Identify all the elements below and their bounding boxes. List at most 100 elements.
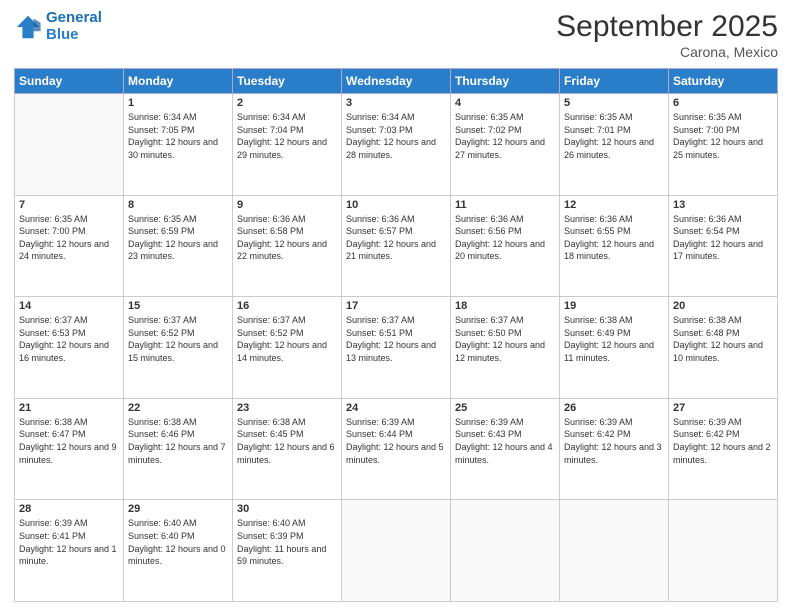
day-number: 24 bbox=[346, 402, 446, 414]
table-row: 4Sunrise: 6:35 AMSunset: 7:02 PMDaylight… bbox=[451, 94, 560, 196]
day-number: 25 bbox=[455, 402, 555, 414]
cell-info: Sunrise: 6:39 AMSunset: 6:41 PMDaylight:… bbox=[19, 517, 119, 567]
logo-general: General bbox=[46, 9, 102, 26]
title-block: September 2025 Carona, Mexico bbox=[556, 10, 778, 60]
day-number: 30 bbox=[237, 503, 337, 515]
day-number: 7 bbox=[19, 199, 119, 211]
day-number: 13 bbox=[673, 199, 773, 211]
table-row bbox=[342, 500, 451, 602]
table-row: 11 Sunrise: 6:36 AMSunset: 6:56 PMDayligh… bbox=[451, 195, 560, 297]
logo-text: General Blue bbox=[46, 10, 102, 43]
calendar-table: Sunday Monday Tuesday Wednesday Thursday… bbox=[14, 68, 778, 602]
day-number: 8 bbox=[128, 199, 228, 211]
cell-info: Sunrise: 6:34 AMSunset: 7:05 PMDaylight:… bbox=[128, 111, 228, 161]
col-sunday: Sunday bbox=[15, 69, 124, 94]
table-row: 23 Sunrise: 6:38 AMSunset: 6:45 PMDayligh… bbox=[233, 398, 342, 500]
table-row: 17Sunrise: 6:37 AMSunset: 6:51 PMDayligh… bbox=[342, 297, 451, 399]
col-friday: Friday bbox=[560, 69, 669, 94]
day-number: 15 bbox=[128, 300, 228, 312]
cell-info: Sunrise: 6:39 AMSunset: 6:42 PMDaylight:… bbox=[564, 416, 664, 466]
cell-info: Sunrise: 6:40 AMSunset: 6:40 PMDaylight:… bbox=[128, 517, 228, 567]
table-row: 20 Sunrise: 6:38 AMSunset: 6:48 PMDayligh… bbox=[669, 297, 778, 399]
cell-info: Sunrise: 6:35 AMSunset: 7:00 PMDaylight:… bbox=[673, 111, 773, 161]
page: General Blue September 2025 Carona, Mexi… bbox=[0, 0, 792, 612]
cell-info: Sunrise: 6:38 AMSunset: 6:46 PMDaylight:… bbox=[128, 416, 228, 466]
day-number: 12 bbox=[564, 199, 664, 211]
day-number: 23 bbox=[237, 402, 337, 414]
table-row: 5 Sunrise: 6:35 AMSunset: 7:01 PMDaylight… bbox=[560, 94, 669, 196]
day-number: 27 bbox=[673, 402, 773, 414]
cell-info: Sunrise: 6:38 AMSunset: 6:48 PMDaylight:… bbox=[673, 314, 773, 364]
cell-info: Sunrise: 6:38 AMSunset: 6:49 PMDaylight:… bbox=[564, 314, 664, 364]
table-row: 28 Sunrise: 6:39 AMSunset: 6:41 PMDayligh… bbox=[15, 500, 124, 602]
table-row: 27 Sunrise: 6:39 AMSunset: 6:42 PMDayligh… bbox=[669, 398, 778, 500]
day-number: 18 bbox=[455, 300, 555, 312]
cell-info: Sunrise: 6:36 AMSunset: 6:57 PMDaylight:… bbox=[346, 213, 446, 263]
table-row: 24 Sunrise: 6:39 AMSunset: 6:44 PMDayligh… bbox=[342, 398, 451, 500]
table-row: 8 Sunrise: 6:35 AMSunset: 6:59 PMDaylight… bbox=[124, 195, 233, 297]
day-number: 2 bbox=[237, 97, 337, 109]
col-wednesday: Wednesday bbox=[342, 69, 451, 94]
table-row: 7 Sunrise: 6:35 AMSunset: 7:00 PMDaylight… bbox=[15, 195, 124, 297]
logo-icon bbox=[14, 13, 42, 41]
day-number: 9 bbox=[237, 199, 337, 211]
cell-info: Sunrise: 6:38 AMSunset: 6:45 PMDaylight:… bbox=[237, 416, 337, 466]
cell-info: Sunrise: 6:35 AMSunset: 7:01 PMDaylight:… bbox=[564, 111, 664, 161]
day-number: 14 bbox=[19, 300, 119, 312]
table-row bbox=[451, 500, 560, 602]
day-number: 16 bbox=[237, 300, 337, 312]
day-number: 5 bbox=[564, 97, 664, 109]
day-number: 3 bbox=[346, 97, 446, 109]
table-row bbox=[669, 500, 778, 602]
table-row: 25 Sunrise: 6:39 AMSunset: 6:43 PMDayligh… bbox=[451, 398, 560, 500]
month-title: September 2025 bbox=[556, 10, 778, 44]
header-row: Sunday Monday Tuesday Wednesday Thursday… bbox=[15, 69, 778, 94]
day-number: 1 bbox=[128, 97, 228, 109]
cell-info: Sunrise: 6:35 AMSunset: 7:02 PMDaylight:… bbox=[455, 111, 555, 161]
day-number: 20 bbox=[673, 300, 773, 312]
cell-info: Sunrise: 6:38 AMSunset: 6:47 PMDaylight:… bbox=[19, 416, 119, 466]
day-number: 17 bbox=[346, 300, 446, 312]
table-row: 10 Sunrise: 6:36 AMSunset: 6:57 PMDayligh… bbox=[342, 195, 451, 297]
cell-info: Sunrise: 6:34 AMSunset: 7:03 PMDaylight:… bbox=[346, 111, 446, 161]
day-number: 22 bbox=[128, 402, 228, 414]
table-row: 16 Sunrise: 6:37 AMSunset: 6:52 PMDayligh… bbox=[233, 297, 342, 399]
table-row: 14 Sunrise: 6:37 AMSunset: 6:53 PMDayligh… bbox=[15, 297, 124, 399]
table-row: 13Sunrise: 6:36 AMSunset: 6:54 PMDayligh… bbox=[669, 195, 778, 297]
cell-info: Sunrise: 6:35 AMSunset: 6:59 PMDaylight:… bbox=[128, 213, 228, 263]
table-row: 2 Sunrise: 6:34 AMSunset: 7:04 PMDaylight… bbox=[233, 94, 342, 196]
table-row: 9Sunrise: 6:36 AMSunset: 6:58 PMDaylight… bbox=[233, 195, 342, 297]
day-number: 11 bbox=[455, 199, 555, 211]
table-row: 22 Sunrise: 6:38 AMSunset: 6:46 PMDayligh… bbox=[124, 398, 233, 500]
table-row: 12 Sunrise: 6:36 AMSunset: 6:55 PMDayligh… bbox=[560, 195, 669, 297]
table-row: 15Sunrise: 6:37 AMSunset: 6:52 PMDayligh… bbox=[124, 297, 233, 399]
cell-info: Sunrise: 6:37 AMSunset: 6:50 PMDaylight:… bbox=[455, 314, 555, 364]
cell-info: Sunrise: 6:35 AMSunset: 7:00 PMDaylight:… bbox=[19, 213, 119, 263]
header: General Blue September 2025 Carona, Mexi… bbox=[14, 10, 778, 60]
table-row bbox=[15, 94, 124, 196]
cell-info: Sunrise: 6:36 AMSunset: 6:56 PMDaylight:… bbox=[455, 213, 555, 263]
cell-info: Sunrise: 6:39 AMSunset: 6:43 PMDaylight:… bbox=[455, 416, 555, 466]
day-number: 10 bbox=[346, 199, 446, 211]
cell-info: Sunrise: 6:40 AMSunset: 6:39 PMDaylight:… bbox=[237, 517, 337, 567]
table-row: 26 Sunrise: 6:39 AMSunset: 6:42 PMDayligh… bbox=[560, 398, 669, 500]
table-row: 19Sunrise: 6:38 AMSunset: 6:49 PMDayligh… bbox=[560, 297, 669, 399]
day-number: 26 bbox=[564, 402, 664, 414]
table-row: 1 Sunrise: 6:34 AMSunset: 7:05 PMDaylight… bbox=[124, 94, 233, 196]
cell-info: Sunrise: 6:39 AMSunset: 6:44 PMDaylight:… bbox=[346, 416, 446, 466]
table-row: 29 Sunrise: 6:40 AMSunset: 6:40 PMDayligh… bbox=[124, 500, 233, 602]
col-saturday: Saturday bbox=[669, 69, 778, 94]
cell-info: Sunrise: 6:34 AMSunset: 7:04 PMDaylight:… bbox=[237, 111, 337, 161]
cell-info: Sunrise: 6:39 AMSunset: 6:42 PMDaylight:… bbox=[673, 416, 773, 466]
cell-info: Sunrise: 6:37 AMSunset: 6:52 PMDaylight:… bbox=[237, 314, 337, 364]
col-thursday: Thursday bbox=[451, 69, 560, 94]
cell-info: Sunrise: 6:37 AMSunset: 6:53 PMDaylight:… bbox=[19, 314, 119, 364]
table-row: 6Sunrise: 6:35 AMSunset: 7:00 PMDaylight… bbox=[669, 94, 778, 196]
logo: General Blue bbox=[14, 10, 102, 43]
cell-info: Sunrise: 6:36 AMSunset: 6:55 PMDaylight:… bbox=[564, 213, 664, 263]
day-number: 28 bbox=[19, 503, 119, 515]
table-row: 3 Sunrise: 6:34 AMSunset: 7:03 PMDaylight… bbox=[342, 94, 451, 196]
table-row: 30 Sunrise: 6:40 AMSunset: 6:39 PMDayligh… bbox=[233, 500, 342, 602]
table-row: 18 Sunrise: 6:37 AMSunset: 6:50 PMDayligh… bbox=[451, 297, 560, 399]
day-number: 29 bbox=[128, 503, 228, 515]
